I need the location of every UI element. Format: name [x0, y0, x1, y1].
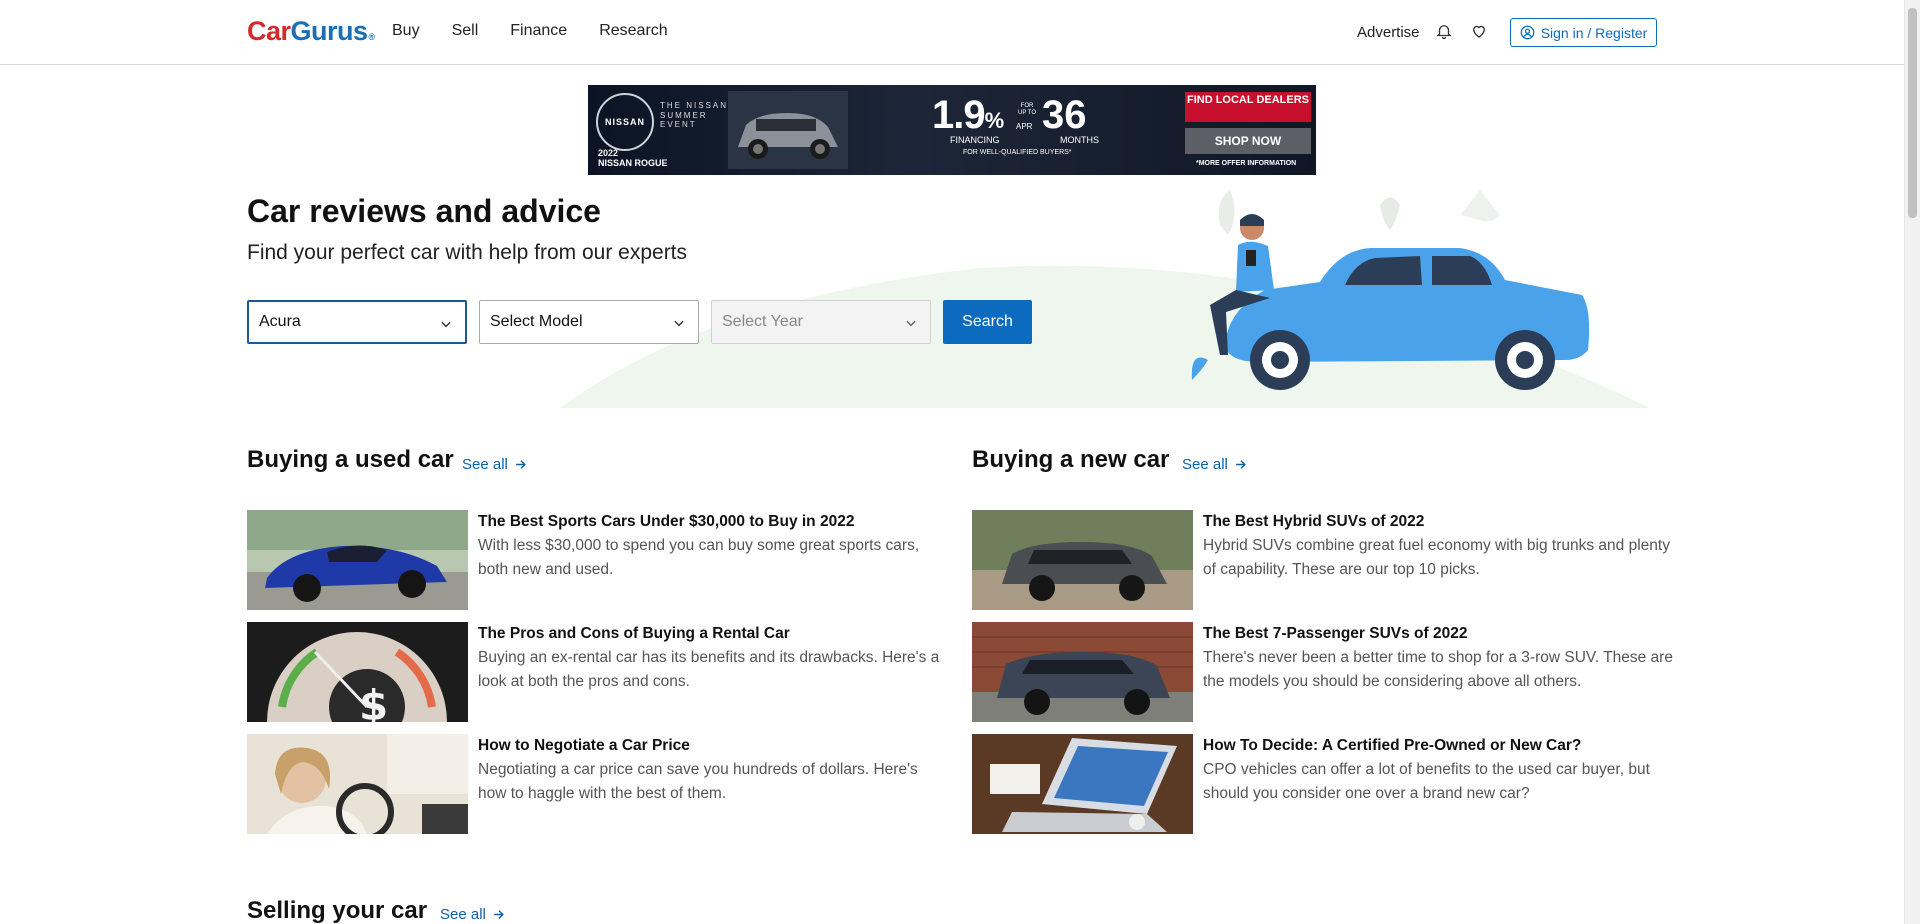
ad-qualified: FOR WELL-QUALIFIED BUYERS*	[963, 149, 1072, 156]
signin-register-button[interactable]: Sign in / Register	[1510, 18, 1657, 47]
article-card[interactable]: The Best Sports Cars Under $30,000 to Bu…	[247, 510, 947, 610]
nissan-logo: NISSAN	[596, 93, 654, 151]
article-title[interactable]: The Best 7-Passenger SUVs of 2022	[1203, 625, 1467, 643]
logo-car-text: Car	[247, 16, 291, 46]
arrow-right-icon	[494, 910, 504, 919]
section-title-selling: Selling your car	[247, 897, 428, 924]
article-description: There's never been a better time to shop…	[1203, 649, 1673, 690]
page-subtitle: Find your perfect car with help from our…	[247, 241, 688, 264]
advertise-link[interactable]: Advertise	[1357, 24, 1420, 41]
article-title[interactable]: The Best Sports Cars Under $30,000 to Bu…	[478, 513, 854, 531]
logo-registered-mark: ®	[368, 32, 376, 42]
article-thumbnail[interactable]	[247, 510, 468, 610]
ad-apr: APR	[1016, 122, 1033, 131]
site-header: Car Gurus ® Buy Sell Finance Research Adve…	[0, 0, 1904, 65]
heart-icon[interactable]	[1470, 22, 1488, 40]
bell-icon[interactable]	[1435, 22, 1453, 40]
driver-woman-image	[247, 734, 468, 834]
ad-shop-now-button[interactable]: SHOP NOW	[1185, 128, 1311, 154]
nav-research[interactable]: Research	[599, 22, 667, 40]
article-card[interactable]: How To Decide: A Certified Pre-Owned or …	[972, 734, 1672, 834]
seven-passenger-suv-image	[972, 622, 1193, 722]
chevron-down-icon	[906, 320, 916, 327]
make-select[interactable]: Acura	[247, 300, 467, 344]
article-thumbnail[interactable]	[247, 734, 468, 834]
chevron-down-icon	[441, 321, 451, 328]
ad-find-dealers-button[interactable]: FIND LOCAL DEALERS	[1185, 92, 1311, 122]
logo-gurus-text: Gurus	[290, 16, 369, 46]
ad-financing: FINANCING	[950, 135, 1000, 145]
model-select-value: Select Model	[490, 313, 583, 330]
nav-finance[interactable]: Finance	[510, 22, 567, 40]
article-description: CPO vehicles can offer a lot of benefits…	[1203, 761, 1650, 802]
see-all-label: See all	[462, 456, 508, 473]
article-card[interactable]: $ The Pros and Cons of Buying a Rental C…	[247, 622, 947, 722]
article-description: Negotiating a car price can save you hun…	[478, 761, 918, 802]
section-title-used: Buying a used car	[247, 446, 454, 473]
search-button[interactable]: Search	[943, 300, 1032, 344]
article-thumbnail[interactable]	[972, 622, 1193, 722]
article-title[interactable]: The Best Hybrid SUVs of 2022	[1203, 513, 1424, 531]
see-all-label: See all	[1182, 456, 1228, 473]
scrollbar-thumb[interactable]	[1908, 8, 1917, 218]
nissan-ad-banner[interactable]: NISSAN THE NISSAN SUMMER EVENT 2022 NISSA…	[588, 85, 1316, 175]
see-all-new-link[interactable]: See all	[1182, 456, 1247, 473]
chevron-down-icon	[674, 320, 684, 327]
see-all-selling-link[interactable]: See all	[440, 906, 505, 923]
laptop-desk-image	[972, 734, 1193, 834]
article-thumbnail[interactable]	[972, 734, 1193, 834]
fuel-gauge-image: $	[247, 622, 468, 722]
ad-car-image	[728, 91, 848, 169]
nav-sell[interactable]: Sell	[452, 22, 479, 40]
arrow-right-icon	[1236, 460, 1246, 469]
see-all-label: See all	[440, 906, 486, 923]
user-circle-icon	[1520, 25, 1535, 40]
ad-months: MONTHS	[1060, 135, 1099, 145]
make-select-value: Acura	[259, 313, 301, 330]
article-description: Buying an ex-rental car has its benefits…	[478, 649, 940, 690]
article-description: Hybrid SUVs combine great fuel economy w…	[1203, 537, 1670, 578]
year-select-value: Select Year	[722, 313, 803, 330]
article-card[interactable]: The Best Hybrid SUVs of 2022 Hybrid SUVs…	[972, 510, 1672, 610]
article-title[interactable]: How to Negotiate a Car Price	[478, 737, 690, 755]
article-title[interactable]: How To Decide: A Certified Pre-Owned or …	[1203, 737, 1581, 755]
see-all-used-link[interactable]: See all	[462, 456, 527, 473]
arrow-right-icon	[516, 460, 526, 469]
page-title: Car reviews and advice	[247, 193, 601, 229]
ad-months-number: 36	[1042, 93, 1087, 137]
nav-buy[interactable]: Buy	[392, 22, 420, 40]
sports-car-image	[247, 510, 468, 610]
article-card[interactable]: How to Negotiate a Car Price Negotiating…	[247, 734, 947, 834]
model-select[interactable]: Select Model	[479, 300, 699, 344]
cargurus-logo[interactable]: Car Gurus ®	[247, 16, 375, 48]
hero-illustration	[1191, 190, 1590, 390]
article-card[interactable]: The Best 7-Passenger SUVs of 2022 There'…	[972, 622, 1673, 722]
ad-event-text: THE NISSAN SUMMER EVENT	[660, 101, 729, 130]
article-thumbnail[interactable]	[972, 510, 1193, 610]
year-select[interactable]: Select Year	[711, 300, 931, 344]
ad-rate: 1.9%	[932, 93, 1004, 137]
article-description: With less $30,000 to spend you can buy s…	[478, 537, 920, 578]
article-thumbnail[interactable]: $	[247, 622, 468, 722]
main-nav: Buy Sell Finance Research	[392, 22, 668, 40]
signin-label: Sign in / Register	[1540, 24, 1648, 41]
page-scrollbar[interactable]	[1904, 0, 1920, 924]
ad-model: 2022 NISSAN ROGUE	[598, 148, 668, 168]
hybrid-suv-image	[972, 510, 1193, 610]
ad-offer-info: *MORE OFFER INFORMATION	[1196, 160, 1297, 167]
section-title-new: Buying a new car	[972, 446, 1170, 473]
article-title[interactable]: The Pros and Cons of Buying a Rental Car	[478, 625, 790, 643]
ad-for-up-to: FOR UP TO	[1018, 103, 1037, 117]
